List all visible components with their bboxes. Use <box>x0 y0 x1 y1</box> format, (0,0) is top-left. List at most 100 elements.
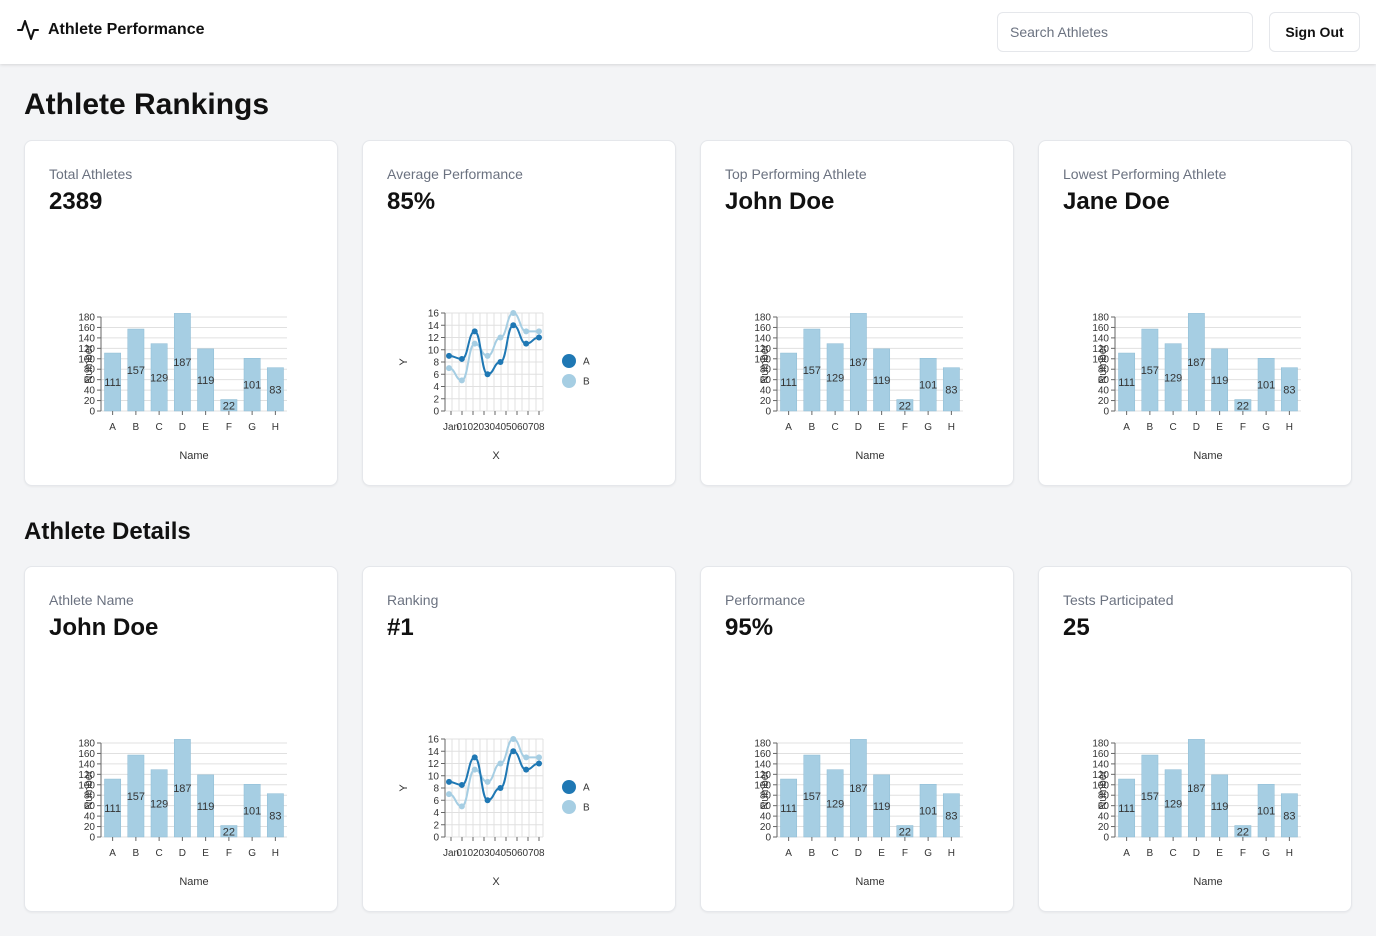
card-value: 2389 <box>49 188 103 215</box>
data-point <box>497 785 504 791</box>
bar-value-label: 157 <box>803 791 821 803</box>
bar-value-label: 22 <box>1237 826 1249 838</box>
card-lowest-performing-athlete: Lowest Performing Athlete Jane Doe 0 20 40… <box>1038 140 1352 486</box>
data-point <box>510 736 517 742</box>
x-tick-label: 05 <box>500 422 512 433</box>
data-point <box>446 791 452 798</box>
bar-value-label: 22 <box>899 400 911 412</box>
y-tick-label: 180 <box>78 313 95 324</box>
card-ranking: Ranking #1 0 2 4 6 8 10 12 14 16 Jan 01 02 03 04 05 06 0… <box>362 566 676 912</box>
brand[interactable]: Athlete Performance <box>16 18 205 42</box>
bar-value-label: 129 <box>150 798 168 810</box>
x-tick-label: B <box>809 422 816 433</box>
bar-value-label: 111 <box>1118 803 1135 815</box>
card-value: Jane Doe <box>1063 188 1170 215</box>
y-tick-label: 40 <box>760 812 772 823</box>
y-tick-label: 140 <box>78 333 95 344</box>
data-point <box>536 334 542 341</box>
search-athletes-input[interactable] <box>997 12 1253 52</box>
x-axis-label: Name <box>179 876 208 888</box>
data-point <box>446 778 452 785</box>
bar-value-label: 157 <box>1141 791 1159 803</box>
x-tick-label: H <box>948 848 955 859</box>
x-tick-label: 02 <box>467 848 479 859</box>
y-tick-label: 160 <box>1092 749 1109 760</box>
x-tick-label: E <box>202 422 209 433</box>
x-tick-label: A <box>1123 422 1130 433</box>
bar-value-label: 119 <box>197 801 215 813</box>
bar-chart: 0 20 40 60 80 100 120 140 160 180 111 A 157 B 129 C 187 D… <box>1069 727 1323 897</box>
y-tick-label: 160 <box>754 323 771 334</box>
y-tick-label: 160 <box>754 749 771 760</box>
data-point <box>523 766 530 773</box>
legend-swatch <box>562 374 576 388</box>
bar-value-label: 119 <box>1211 375 1229 387</box>
card-value: 25 <box>1063 614 1090 641</box>
y-tick-label: 4 <box>433 808 439 819</box>
bar-value-label: 129 <box>826 798 844 810</box>
legend-swatch <box>562 800 576 814</box>
x-tick-label: C <box>1170 848 1177 859</box>
card-label: Lowest Performing Athlete <box>1063 166 1227 182</box>
x-tick-label: 08 <box>533 422 545 433</box>
x-tick-label: 07 <box>522 848 534 859</box>
y-tick-label: 14 <box>428 747 440 758</box>
x-tick-label: F <box>1240 848 1246 859</box>
bar-value-label: 187 <box>173 357 191 369</box>
bar-value-label: 187 <box>173 783 191 795</box>
y-tick-label: 8 <box>433 784 439 795</box>
bar-chart-svg: 020406080100120140160180111A157B129C187D… <box>78 313 287 462</box>
data-point <box>523 754 530 761</box>
bar-value-label: 157 <box>1141 365 1159 377</box>
legend-label: A <box>583 783 590 794</box>
bar-value-label: 22 <box>223 400 235 412</box>
line-chart: 0 2 4 6 8 10 12 14 16 Jan 01 02 03 04 05 06 07 08 X Y A B <box>393 301 647 471</box>
bar-chart: 0 20 40 60 80 100 120 140 160 180 111 A 157 B 129 C 187 D… <box>1069 301 1323 471</box>
y-tick-label: 10 <box>428 345 440 356</box>
y-tick-label: 20 <box>1098 822 1110 833</box>
bar-value-label: 83 <box>945 384 957 396</box>
data-point <box>484 371 491 378</box>
y-tick-label: 0 <box>433 833 439 844</box>
sign-out-button[interactable]: Sign Out <box>1269 12 1360 52</box>
card-label: Performance <box>725 592 806 608</box>
card-label: Ranking <box>387 592 439 608</box>
x-tick-label: G <box>1262 422 1270 433</box>
data-point <box>458 355 465 362</box>
x-tick-label: E <box>878 848 885 859</box>
card-value: #1 <box>387 614 414 641</box>
data-point <box>471 340 478 347</box>
y-tick-label: 8 <box>433 358 439 369</box>
x-tick-label: B <box>1147 422 1154 433</box>
bar-value-label: 111 <box>104 803 121 815</box>
y-tick-label: 10 <box>428 771 440 782</box>
x-tick-label: G <box>1262 848 1270 859</box>
x-tick-label: H <box>1286 848 1293 859</box>
x-axis-label: Name <box>855 450 884 462</box>
x-tick-label: G <box>924 422 932 433</box>
details-heading: Athlete Details <box>24 518 191 545</box>
x-tick-label: D <box>179 422 186 433</box>
y-tick-label: 2 <box>433 820 439 831</box>
x-tick-label: H <box>948 422 955 433</box>
y-tick-label: 180 <box>754 739 771 750</box>
x-tick-label: 07 <box>522 422 534 433</box>
x-axis-label: X <box>492 450 500 462</box>
bar-value-label: 101 <box>919 380 937 392</box>
bar-chart-svg: 020406080100120140160180111A157B129C187D… <box>754 313 963 462</box>
x-tick-label: 08 <box>533 848 545 859</box>
bar-value-label: 119 <box>197 375 215 387</box>
x-tick-label: B <box>133 848 140 859</box>
x-tick-label: A <box>109 848 116 859</box>
x-tick-label: B <box>1147 848 1154 859</box>
card-value: 85% <box>387 188 436 215</box>
x-tick-label: 01 <box>456 422 468 433</box>
y-axis-label: Y <box>398 784 410 792</box>
card-value: John Doe <box>725 188 835 215</box>
data-point <box>523 340 530 347</box>
x-tick-label: 06 <box>511 422 523 433</box>
card-label: Tests Participated <box>1063 592 1174 608</box>
y-tick-label: 2 <box>433 394 439 405</box>
y-tick-label: 40 <box>760 386 772 397</box>
bar-value-label: 187 <box>1187 357 1205 369</box>
